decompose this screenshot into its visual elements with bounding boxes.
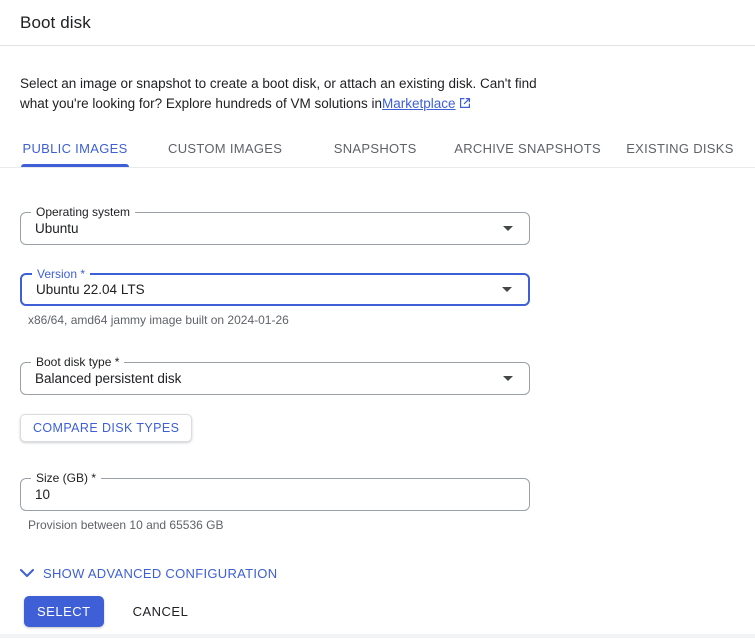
chevron-down-icon <box>502 287 512 292</box>
compare-disk-types-button[interactable]: COMPARE DISK TYPES <box>20 414 192 442</box>
dialog-actions: SELECT CANCEL <box>24 596 188 627</box>
advanced-toggle-label: SHOW ADVANCED CONFIGURATION <box>43 566 277 581</box>
show-advanced-configuration-toggle[interactable]: SHOW ADVANCED CONFIGURATION <box>20 566 277 581</box>
tab-bar: PUBLIC IMAGES CUSTOM IMAGES SNAPSHOTS AR… <box>0 132 755 168</box>
boot-disk-type-value: Balanced persistent disk <box>21 371 503 386</box>
size-helper-text: Provision between 10 and 65536 GB <box>28 518 735 532</box>
version-select[interactable]: Version * Ubuntu 22.04 LTS <box>20 273 530 306</box>
tab-existing-disks[interactable]: EXISTING DISKS <box>605 132 755 167</box>
size-field[interactable]: Size (GB) * <box>20 478 530 511</box>
version-helper-text: x86/64, amd64 jammy image built on 2024-… <box>28 313 735 327</box>
tab-custom-images[interactable]: CUSTOM IMAGES <box>150 132 300 167</box>
dialog-header: Boot disk <box>0 0 755 46</box>
version-value: Ubuntu 22.04 LTS <box>22 282 502 297</box>
select-button[interactable]: SELECT <box>24 596 104 627</box>
operating-system-value: Ubuntu <box>21 221 503 236</box>
tab-public-images[interactable]: PUBLIC IMAGES <box>0 132 150 167</box>
intro-text: Select an image or snapshot to create a … <box>20 74 543 115</box>
boot-disk-type-select[interactable]: Boot disk type * Balanced persistent dis… <box>20 362 530 395</box>
chevron-down-icon <box>20 569 34 578</box>
size-label: Size (GB) * <box>31 471 101 485</box>
chevron-down-icon <box>503 226 513 231</box>
external-link-icon <box>459 95 471 115</box>
marketplace-link[interactable]: Marketplace <box>382 96 456 111</box>
operating-system-label: Operating system <box>31 205 135 219</box>
operating-system-select[interactable]: Operating system Ubuntu <box>20 212 530 245</box>
chevron-down-icon <box>503 376 513 381</box>
version-label: Version * <box>32 267 90 281</box>
tab-snapshots[interactable]: SNAPSHOTS <box>300 132 450 167</box>
boot-disk-form: Operating system Ubuntu Version * Ubuntu… <box>0 212 755 583</box>
dialog-bottom-edge <box>0 634 755 638</box>
boot-disk-type-label: Boot disk type * <box>31 355 124 369</box>
page-title: Boot disk <box>20 13 91 33</box>
tab-archive-snapshots[interactable]: ARCHIVE SNAPSHOTS <box>450 132 605 167</box>
cancel-button[interactable]: CANCEL <box>133 604 189 619</box>
